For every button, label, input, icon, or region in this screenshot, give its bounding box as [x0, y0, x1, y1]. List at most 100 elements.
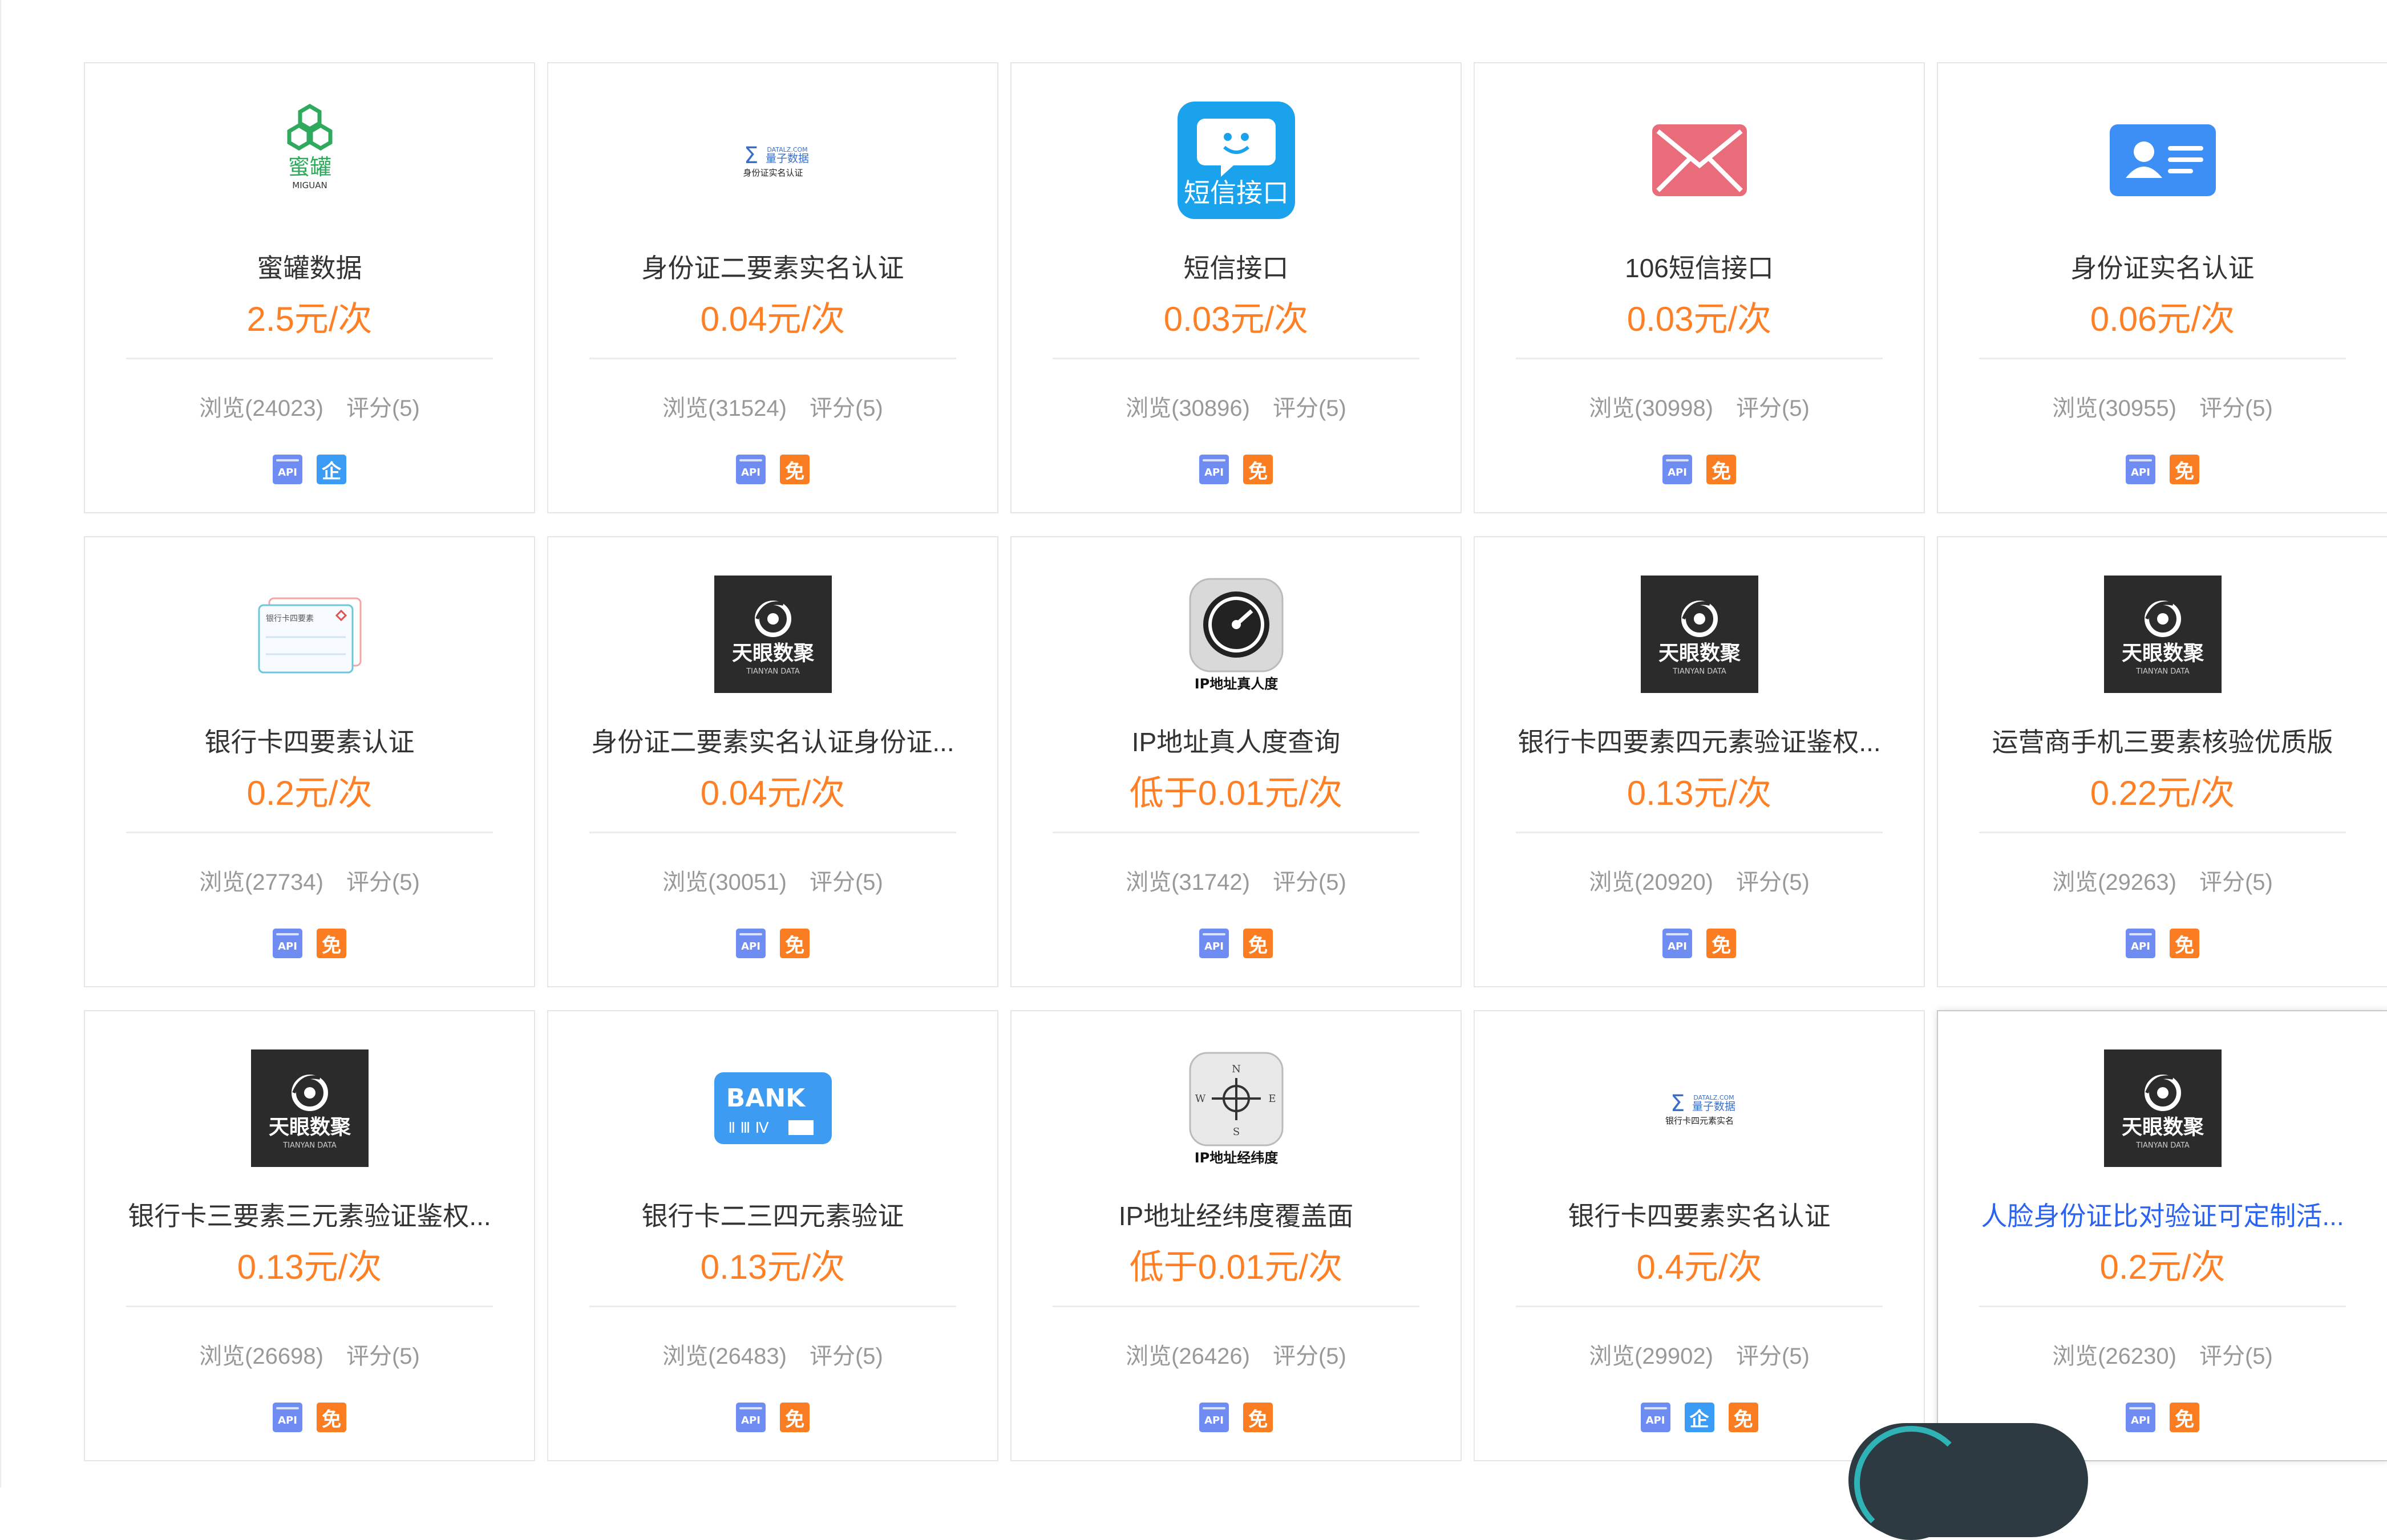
card-divider [589, 1306, 956, 1307]
id-card-icon[interactable] [2104, 102, 2222, 219]
product-card[interactable]: 106短信接口 0.03元/次 浏览(30998) 评分(5) API 免 [1474, 62, 1925, 513]
svg-text:天眼数聚: 天眼数聚 [268, 1116, 351, 1139]
product-card[interactable]: BANK Ⅱ Ⅲ Ⅳ 银行卡二三四元素验证 0.13元/次 浏览(26483) 评… [547, 1010, 998, 1461]
product-card[interactable]: N W E S IP地址经纬度 IP地址经纬度覆盖面 低于0.01元/次 浏览(… [1010, 1010, 1462, 1461]
bank-card-form-icon[interactable]: 银行卡四要素 [251, 576, 369, 693]
product-title[interactable]: 身份证实名认证 [1972, 248, 2353, 285]
product-card[interactable]: 身份证实名认证 0.06元/次 浏览(30955) 评分(5) API 免 [1937, 62, 2387, 513]
envelope-icon[interactable] [1641, 102, 1758, 219]
card-divider [589, 832, 956, 833]
badge-row: API 免 [1475, 929, 1924, 958]
product-card[interactable]: 天眼数聚 TIANYAN DATA 银行卡四要素四元素验证鉴权... 0.13元… [1474, 536, 1925, 987]
product-title[interactable]: 身份证二要素实名认证身份证... [582, 722, 963, 759]
product-card[interactable]: 天眼数聚 TIANYAN DATA 人脸身份证比对验证可定制活... 0.2元/… [1937, 1010, 2387, 1461]
miguan-logo[interactable]: 蜜罐 MIGUAN [251, 102, 369, 219]
api-badge-icon: API [2126, 455, 2155, 484]
svg-text:天眼数聚: 天眼数聚 [1658, 642, 1741, 665]
product-title[interactable]: 银行卡二三四元素验证 [582, 1195, 963, 1233]
product-title[interactable]: IP地址真人度查询 [1046, 722, 1426, 759]
rating: 评分(5) [2199, 870, 2273, 895]
svg-text:IP地址经纬度: IP地址经纬度 [1194, 1150, 1279, 1166]
tianyan-logo[interactable]: 天眼数聚 TIANYAN DATA [2103, 1049, 2222, 1167]
api-badge-icon: API [273, 929, 302, 958]
api-badge-icon: API [736, 929, 766, 958]
product-grid: 蜜罐 MIGUAN 蜜罐数据 2.5元/次 浏览(24023) 评分(5) API… [84, 62, 2387, 1461]
product-card[interactable]: Σ DATALZ.COM 量子数据 身份证实名认证 身份证二要素实名认证 0.0… [547, 62, 998, 513]
gauge-icon[interactable]: IP地址真人度 [1178, 576, 1295, 693]
api-badge-icon: API [1199, 455, 1229, 484]
tianyan-logo[interactable]: 天眼数聚 TIANYAN DATA [250, 1049, 369, 1167]
svg-text:TIANYAN DATA: TIANYAN DATA [746, 667, 800, 676]
rating: 评分(5) [809, 396, 883, 421]
free-badge-icon: 免 [317, 1403, 346, 1432]
product-card[interactable]: 天眼数聚 TIANYAN DATA 运营商手机三要素核验优质版 0.22元/次 … [1937, 536, 2387, 987]
rating: 评分(5) [1272, 1344, 1346, 1369]
product-price: 0.13元/次 [237, 1248, 382, 1286]
svg-text:TIANYAN DATA: TIANYAN DATA [2135, 1141, 2190, 1150]
liangzi-logo[interactable]: Σ DATALZ.COM 量子数据 身份证实名认证 [714, 102, 832, 219]
product-title[interactable]: 银行卡四要素实名认证 [1509, 1195, 1890, 1233]
product-title[interactable]: 身份证二要素实名认证 [582, 248, 963, 285]
tianyan-logo[interactable]: 天眼数聚 TIANYAN DATA [714, 576, 832, 693]
product-title[interactable]: 蜜罐数据 [119, 248, 500, 285]
badge-row: API 免 [85, 929, 534, 958]
badge-row: API 免 [548, 929, 997, 958]
view-count: 浏览(24023) [199, 396, 323, 421]
liangzi-logo[interactable]: Σ DATALZ.COM 量子数据 银行卡四元素实名 [1641, 1049, 1758, 1167]
product-card[interactable]: 天眼数聚 TIANYAN DATA 身份证二要素实名认证身份证... 0.04元… [547, 536, 998, 987]
view-count: 浏览(30998) [1589, 396, 1713, 421]
card-divider [1979, 832, 2346, 833]
product-title[interactable]: 银行卡四要素四元素验证鉴权... [1509, 722, 1890, 759]
badge-row: API 免 [1938, 455, 2387, 484]
product-card[interactable]: 短信接口 短信接口 0.03元/次 浏览(30896) 评分(5) API 免 [1010, 62, 1462, 513]
product-title[interactable]: 银行卡四要素认证 [119, 722, 500, 759]
product-title[interactable]: 人脸身份证比对验证可定制活... [1972, 1195, 2353, 1233]
svg-text:银行卡四要素: 银行卡四要素 [266, 614, 314, 623]
product-title[interactable]: 短信接口 [1046, 248, 1426, 285]
card-divider [126, 832, 493, 833]
tianyan-logo[interactable]: 天眼数聚 TIANYAN DATA [1640, 576, 1758, 693]
product-title[interactable]: IP地址经纬度覆盖面 [1046, 1195, 1426, 1233]
rating: 评分(5) [1272, 396, 1346, 421]
view-count: 浏览(31524) [662, 396, 787, 421]
view-count: 浏览(30955) [2052, 396, 2176, 421]
svg-text:N: N [1232, 1063, 1241, 1075]
rating: 评分(5) [346, 396, 420, 421]
product-price: 0.03元/次 [1163, 300, 1309, 338]
view-count: 浏览(27734) [199, 870, 323, 895]
product-price: 低于0.01元/次 [1129, 1248, 1343, 1286]
product-card[interactable]: 蜜罐 MIGUAN 蜜罐数据 2.5元/次 浏览(24023) 评分(5) API… [84, 62, 535, 513]
product-card[interactable]: Σ DATALZ.COM 量子数据 银行卡四元素实名 银行卡四要素实名认证 0.… [1474, 1010, 1925, 1461]
free-badge-icon: 免 [1243, 1403, 1273, 1432]
floating-service-ring-icon[interactable] [1854, 1426, 1968, 1540]
product-stats: 浏览(27734) 评分(5) [96, 864, 523, 897]
product-price: 0.4元/次 [1636, 1248, 1762, 1286]
product-title[interactable]: 运营商手机三要素核验优质版 [1972, 722, 2353, 759]
product-card[interactable]: 银行卡四要素 银行卡四要素认证 0.2元/次 浏览(27734) 评分(5) AP… [84, 536, 535, 987]
svg-text:E: E [1268, 1093, 1276, 1105]
card-divider [126, 358, 493, 359]
product-card[interactable]: 天眼数聚 TIANYAN DATA 银行卡三要素三元素验证鉴权... 0.13元… [84, 1010, 535, 1461]
svg-text:Σ: Σ [1670, 1091, 1685, 1117]
product-title[interactable]: 银行卡三要素三元素验证鉴权... [119, 1195, 500, 1233]
product-title[interactable]: 106短信接口 [1509, 248, 1890, 285]
product-price: 0.13元/次 [1627, 774, 1772, 812]
tianyan-logo[interactable]: 天眼数聚 TIANYAN DATA [2103, 576, 2222, 693]
rating: 评分(5) [1735, 870, 1810, 895]
product-price: 2.5元/次 [246, 300, 373, 338]
api-badge-icon: API [2126, 929, 2155, 958]
free-badge-icon: 免 [2170, 929, 2199, 958]
product-stats: 浏览(26230) 评分(5) [1949, 1338, 2376, 1371]
bank-logo[interactable]: BANK Ⅱ Ⅲ Ⅳ [714, 1049, 832, 1167]
product-stats: 浏览(26426) 评分(5) [1023, 1338, 1449, 1371]
badge-row: API 企免 [1475, 1403, 1924, 1432]
product-card[interactable]: IP地址真人度 IP地址真人度查询 低于0.01元/次 浏览(31742) 评分(… [1010, 536, 1462, 987]
view-count: 浏览(29902) [1589, 1344, 1713, 1369]
product-stats: 浏览(30998) 评分(5) [1486, 390, 1912, 423]
sms-chat-icon[interactable]: 短信接口 [1177, 102, 1295, 219]
compass-icon[interactable]: N W E S IP地址经纬度 [1178, 1049, 1295, 1167]
svg-text:短信接口: 短信接口 [1184, 177, 1289, 208]
view-count: 浏览(26230) [2052, 1344, 2176, 1369]
card-divider [1979, 1306, 2346, 1307]
product-stats: 浏览(26483) 评分(5) [560, 1338, 986, 1371]
